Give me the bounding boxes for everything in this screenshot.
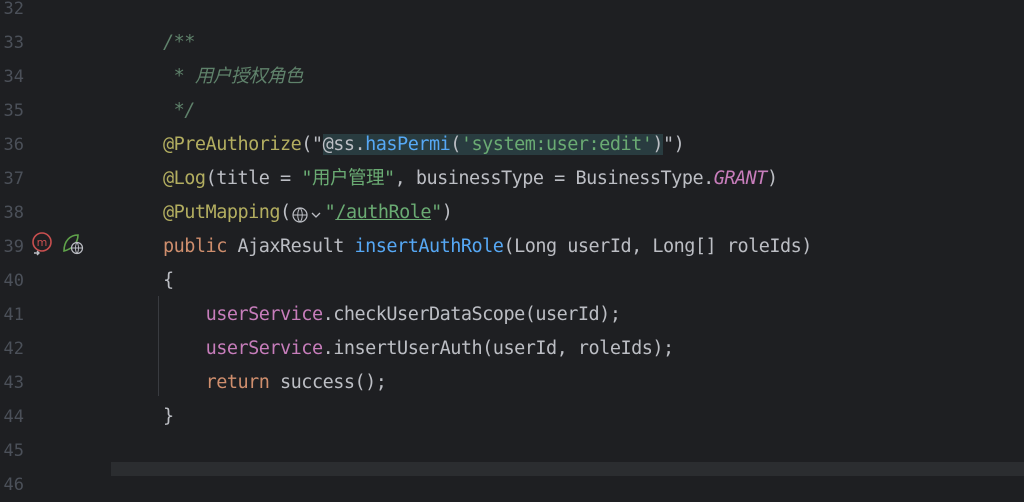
code-line[interactable]: userService.checkUserDataScope(userId); [163,298,621,332]
code-token: ) [766,168,778,189]
code-token: @Log [163,168,206,189]
line-number[interactable]: 43 [0,366,24,400]
svg-text:m: m [37,236,48,249]
code-line[interactable]: userService.insertUserAuth(userId, roleI… [163,332,675,366]
line-number[interactable]: 34 [0,60,24,94]
line-number[interactable]: 38 [0,196,24,230]
line-number[interactable]: 32 [0,0,24,26]
line-number[interactable]: 45 [0,434,24,468]
code-line[interactable]: return success(); [163,366,387,400]
web-endpoint-icon[interactable] [60,231,86,257]
code-token: 'system:user:edit' [460,134,653,155]
code-token: } [163,406,174,427]
code-token: /authRole [335,202,432,223]
code-token: @ss. [322,134,366,155]
code-token: success(); [280,372,387,393]
code-token: userService [205,338,324,359]
code-token: , businessType = BusinessType. [394,168,715,189]
line-number[interactable]: 42 [0,332,24,366]
code-line[interactable]: */ [163,94,196,128]
line-number[interactable]: 37 [0,162,24,196]
code-token: /** [163,32,195,53]
override-method-icon[interactable]: m [30,231,56,257]
code-line[interactable]: } [163,400,174,434]
code-token: AjaxResult [237,236,355,257]
line-number[interactable]: 41 [0,298,24,332]
code-token: ( [450,134,461,155]
code-line[interactable]: @PreAuthorize("@ss.hasPermi('system:user… [163,128,685,162]
code-token: @PreAuthorize [163,134,302,155]
indent-guide [158,296,159,396]
code-token: userService [205,304,324,325]
code-token: " [431,202,442,223]
code-token: * 用户授权角色 [163,66,304,87]
code-token: (Long userId, Long[] roleIds) [503,236,812,257]
line-number[interactable]: 35 [0,94,24,128]
code-token: .checkUserDataScope(userId); [322,304,621,325]
line-number[interactable]: 40 [0,264,24,298]
code-token: @PutMapping [163,202,281,223]
bottom-separator [111,462,1024,476]
code-token: ) [441,202,453,223]
line-number[interactable]: 36 [0,128,24,162]
code-token: ) [652,134,664,155]
code-line[interactable]: * 用户授权角色 [163,60,304,94]
line-number[interactable]: 46 [0,468,24,502]
code-token: "用户管理" [301,168,395,189]
code-token: .insertUserAuth(userId, roleIds); [322,338,675,359]
line-number[interactable]: 44 [0,400,24,434]
code-token: public [163,236,238,257]
code-token: ") [663,134,685,155]
code-token: (title = [205,168,302,189]
line-number[interactable]: 39 [0,230,24,264]
code-token: return [205,372,281,393]
code-line[interactable]: @PutMapping( "/authRole") [163,196,453,230]
code-line[interactable]: { [163,264,174,298]
code-token: { [163,270,174,291]
globe-icon[interactable] [291,203,325,223]
code-editor[interactable]: 32 33 34 35 36 37 38 39 40 41 42 43 44 45 46 /** * 用户授… [0,0,1024,495]
code-token: hasPermi [365,134,451,155]
code-token: " [324,202,336,223]
code-token: insertAuthRole [354,236,504,257]
code-line[interactable]: /** [163,26,195,60]
code-line[interactable]: public AjaxResult insertAuthRole(Long us… [163,230,812,264]
code-token: GRANT [713,168,768,189]
code-token: */ [163,100,196,121]
code-line[interactable]: @Log(title = "用户管理", businessType = Busi… [163,162,778,196]
code-token: (" [301,134,323,155]
code-token: ( [280,202,291,223]
line-number[interactable]: 33 [0,26,24,60]
